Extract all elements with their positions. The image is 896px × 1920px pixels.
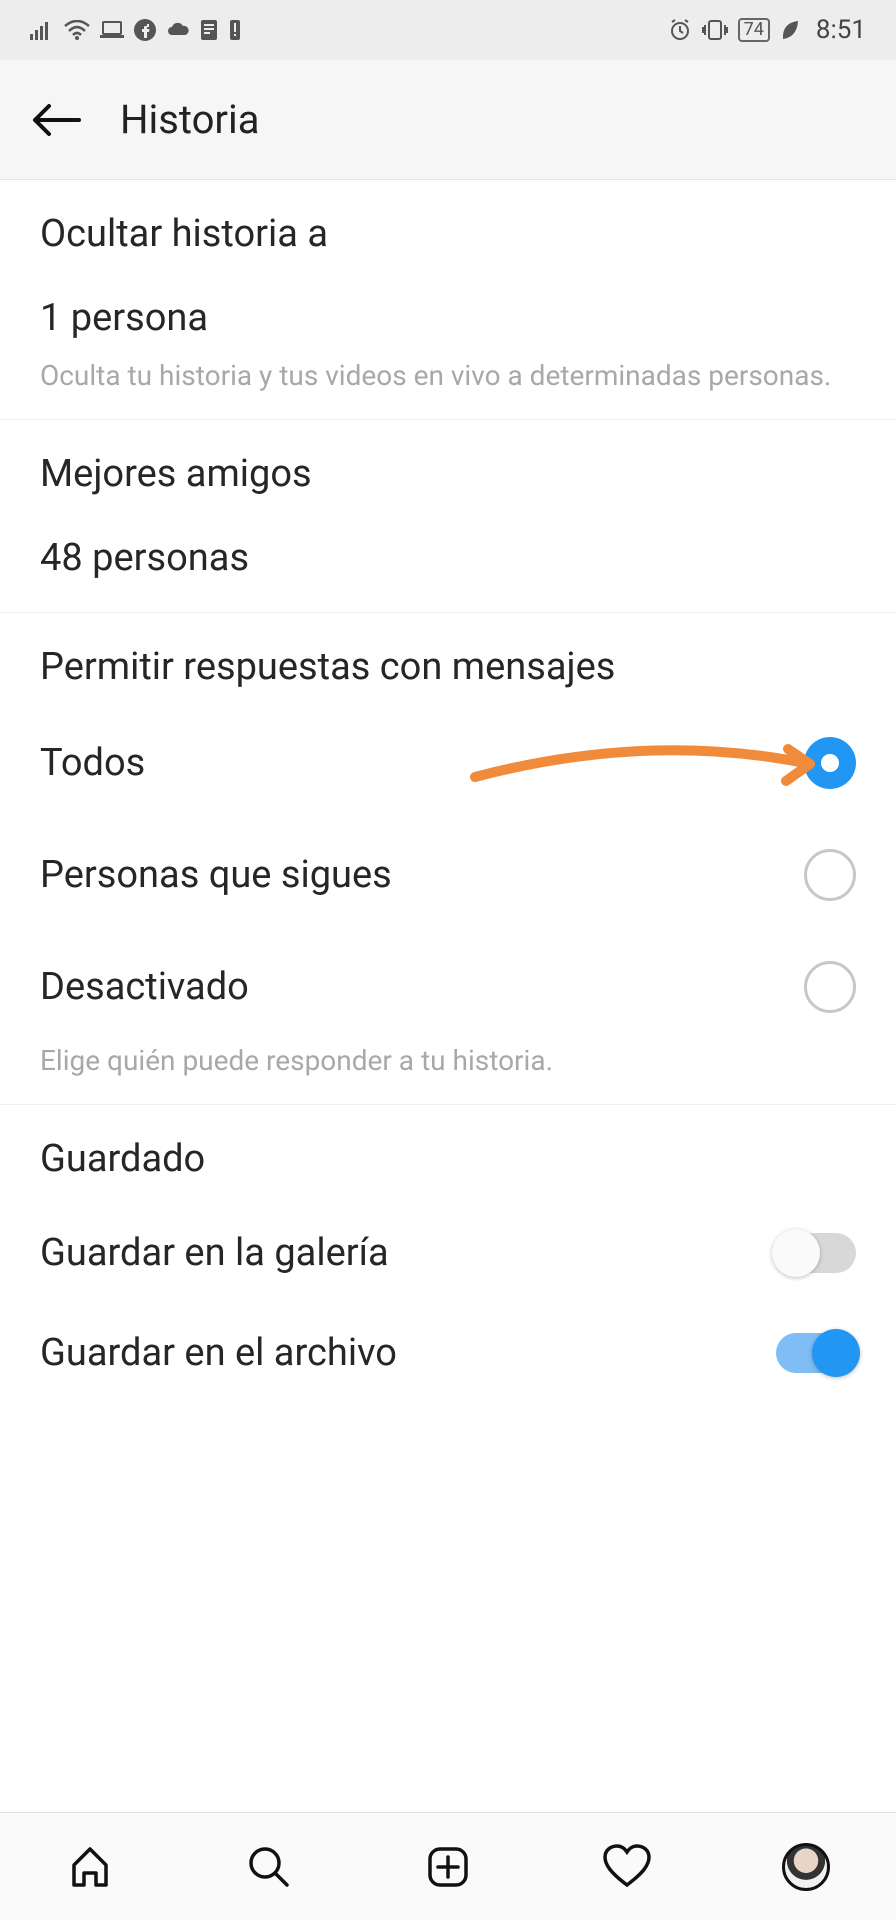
- laptop-icon: [100, 21, 124, 39]
- reply-option-todos-label: Todos: [40, 741, 145, 785]
- status-time: 8:51: [816, 15, 866, 45]
- hide-story-value: 1 persona: [40, 296, 856, 340]
- save-gallery-row[interactable]: Guardar en la galería: [40, 1231, 856, 1275]
- facebook-icon: [134, 19, 156, 41]
- nav-search[interactable]: [239, 1837, 299, 1897]
- nav-profile[interactable]: [776, 1837, 836, 1897]
- nav-home[interactable]: [60, 1837, 120, 1897]
- bottom-nav: [0, 1812, 896, 1920]
- allow-replies-desc: Elige quién puede responder a tu histori…: [40, 1043, 856, 1078]
- content-area: Ocultar historia a 1 persona Oculta tu h…: [0, 180, 896, 1415]
- hide-story-section[interactable]: Ocultar historia a 1 persona Oculta tu h…: [0, 180, 896, 420]
- search-icon: [245, 1843, 293, 1891]
- save-archive-label: Guardar en el archivo: [40, 1331, 397, 1375]
- alert-icon: [228, 19, 242, 41]
- hide-story-title: Ocultar historia a: [40, 212, 856, 256]
- best-friends-title: Mejores amigos: [40, 452, 856, 496]
- reply-option-todos[interactable]: Todos: [40, 737, 856, 789]
- heart-icon: [601, 1843, 653, 1891]
- alarm-icon: [668, 18, 692, 42]
- battery-icon: 74: [738, 18, 770, 42]
- page-icon: [200, 19, 218, 41]
- radio-selected-icon[interactable]: [804, 737, 856, 789]
- app-header: Historia: [0, 60, 896, 180]
- status-left-icons: [30, 19, 242, 41]
- home-icon: [66, 1843, 114, 1891]
- reply-option-following[interactable]: Personas que sigues: [40, 849, 856, 901]
- status-right-icons: 74 8:51: [668, 15, 866, 45]
- nav-create[interactable]: [418, 1837, 478, 1897]
- save-archive-toggle[interactable]: [776, 1333, 856, 1373]
- cloud-icon: [166, 21, 190, 39]
- reply-option-off[interactable]: Desactivado: [40, 961, 856, 1013]
- allow-replies-section: Permitir respuestas con mensajes Todos P…: [0, 613, 896, 1105]
- avatar-icon: [782, 1843, 830, 1891]
- save-gallery-label: Guardar en la galería: [40, 1231, 389, 1275]
- reply-option-off-label: Desactivado: [40, 965, 249, 1009]
- back-button[interactable]: [20, 85, 90, 155]
- page-title: Historia: [120, 96, 259, 143]
- leaf-icon: [780, 19, 800, 41]
- hide-story-desc: Oculta tu historia y tus videos en vivo …: [40, 358, 856, 393]
- vibrate-icon: [702, 19, 728, 41]
- radio-unselected-icon[interactable]: [804, 849, 856, 901]
- save-gallery-toggle[interactable]: [776, 1233, 856, 1273]
- status-bar: 74 8:51: [0, 0, 896, 60]
- best-friends-section[interactable]: Mejores amigos 48 personas: [0, 420, 896, 613]
- allow-replies-title: Permitir respuestas con mensajes: [40, 645, 856, 689]
- best-friends-value: 48 personas: [40, 536, 856, 580]
- reply-option-following-label: Personas que sigues: [40, 853, 392, 897]
- wifi-icon: [64, 20, 90, 40]
- plus-square-icon: [424, 1843, 472, 1891]
- arrow-left-icon: [27, 100, 83, 140]
- saved-title: Guardado: [40, 1137, 856, 1181]
- annotation-arrow-icon: [470, 739, 830, 799]
- save-archive-row[interactable]: Guardar en el archivo: [40, 1331, 856, 1375]
- saved-section: Guardado Guardar en la galería Guardar e…: [0, 1105, 896, 1415]
- nav-activity[interactable]: [597, 1837, 657, 1897]
- radio-unselected-icon[interactable]: [804, 961, 856, 1013]
- signal-icon: [30, 20, 54, 40]
